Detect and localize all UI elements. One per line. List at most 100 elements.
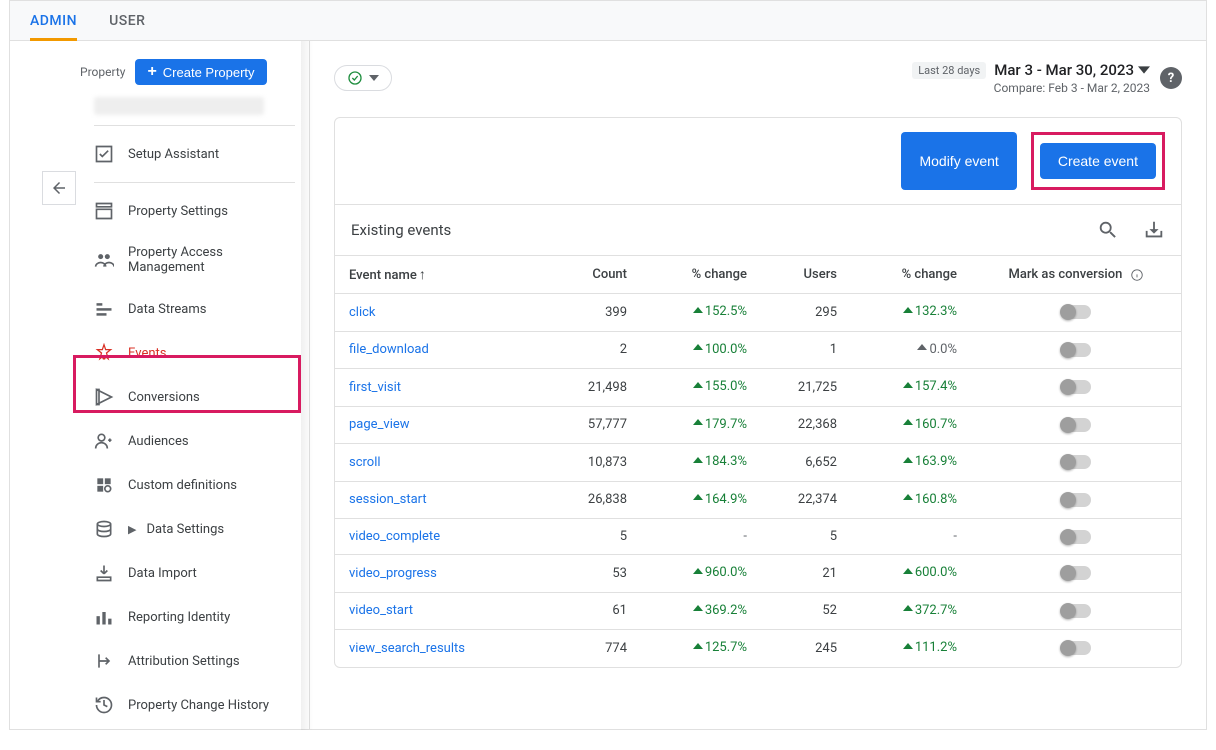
tab-admin[interactable]: ADMIN bbox=[30, 1, 77, 41]
cell-change-users: - bbox=[851, 519, 971, 555]
cell-users: 245 bbox=[761, 630, 851, 667]
mark-conversion-toggle[interactable] bbox=[1061, 305, 1091, 319]
help-icon[interactable]: ? bbox=[1160, 67, 1182, 89]
cell-change-count: 100.0% bbox=[641, 331, 761, 369]
sidebar-item-events[interactable]: Events bbox=[80, 331, 309, 375]
sidebar-item-label: Reporting Identity bbox=[128, 610, 230, 625]
event-name-link[interactable]: video_complete bbox=[335, 519, 551, 555]
cell-count: 61 bbox=[551, 592, 641, 630]
mark-conversion-toggle[interactable] bbox=[1061, 380, 1091, 394]
property-selector-blurred[interactable] bbox=[94, 97, 264, 115]
sidebar-item-audiences[interactable]: Audiences bbox=[80, 419, 309, 463]
cell-change-count: 164.9% bbox=[641, 481, 761, 519]
cell-change-count: 152.5% bbox=[641, 294, 761, 332]
back-button[interactable] bbox=[42, 171, 76, 205]
event-name-link[interactable]: video_start bbox=[335, 592, 551, 630]
attribution-settings-icon bbox=[94, 651, 114, 671]
sidebar-item-label: Setup Assistant bbox=[128, 147, 219, 162]
sidebar-item-property-access[interactable]: Property Access Management bbox=[80, 233, 309, 287]
sidebar-item-property-settings[interactable]: Property Settings bbox=[80, 189, 309, 233]
sidebar-item-label: Property Settings bbox=[128, 204, 228, 219]
cell-count: 21,498 bbox=[551, 369, 641, 407]
mark-conversion-toggle[interactable] bbox=[1061, 455, 1091, 469]
sidebar-item-label: Custom definitions bbox=[128, 478, 237, 493]
sidebar-item-conversions[interactable]: Conversions bbox=[80, 375, 309, 419]
cell-change-users: 160.7% bbox=[851, 406, 971, 444]
tab-user[interactable]: USER bbox=[109, 1, 145, 41]
cell-change-users: 163.9% bbox=[851, 444, 971, 482]
col-users[interactable]: Users bbox=[761, 256, 851, 294]
audiences-icon bbox=[94, 431, 114, 451]
cell-change-users: 600.0% bbox=[851, 555, 971, 593]
property-settings-icon bbox=[94, 201, 114, 221]
sidebar-item-label: Events bbox=[128, 346, 166, 361]
event-name-link[interactable]: file_download bbox=[335, 331, 551, 369]
col-mark-conversion: Mark as conversion bbox=[971, 256, 1181, 294]
search-icon[interactable] bbox=[1097, 219, 1119, 241]
cell-change-count: 184.3% bbox=[641, 444, 761, 482]
arrow-up-icon bbox=[903, 568, 913, 578]
mark-conversion-toggle[interactable] bbox=[1061, 566, 1091, 580]
property-change-history-icon bbox=[94, 695, 114, 715]
cell-change-users: 132.3% bbox=[851, 294, 971, 332]
cell-change-users: 372.7% bbox=[851, 592, 971, 630]
create-property-button[interactable]: + Create Property bbox=[135, 59, 266, 85]
cell-count: 5 bbox=[551, 519, 641, 555]
cell-users: 21 bbox=[761, 555, 851, 593]
arrow-left-icon bbox=[50, 179, 68, 197]
cell-change-count: - bbox=[641, 519, 761, 555]
cell-change-count: 960.0% bbox=[641, 555, 761, 593]
event-name-link[interactable]: scroll bbox=[335, 444, 551, 482]
event-name-link[interactable]: view_search_results bbox=[335, 630, 551, 667]
create-event-button[interactable]: Create event bbox=[1040, 143, 1156, 179]
sidebar-item-label: Data Streams bbox=[128, 302, 206, 317]
table-row: scroll10,873 184.3%6,652 163.9% bbox=[335, 444, 1181, 482]
event-name-link[interactable]: page_view bbox=[335, 406, 551, 444]
event-name-link[interactable]: session_start bbox=[335, 481, 551, 519]
event-name-link[interactable]: click bbox=[335, 294, 551, 332]
cell-change-count: 125.7% bbox=[641, 630, 761, 667]
event-name-link[interactable]: video_progress bbox=[335, 555, 551, 593]
arrow-up-icon bbox=[903, 643, 913, 653]
date-range-picker[interactable]: Mar 3 - Mar 30, 2023 bbox=[994, 61, 1150, 79]
table-row: video_complete5-5- bbox=[335, 519, 1181, 555]
col-event-name[interactable]: Event name↑ bbox=[335, 256, 551, 294]
sidebar-item-property-change-history[interactable]: Property Change History bbox=[80, 683, 309, 727]
cell-users: 295 bbox=[761, 294, 851, 332]
col-change-count[interactable]: % change bbox=[641, 256, 761, 294]
sidebar-item-setup-assistant[interactable]: Setup Assistant bbox=[80, 132, 309, 176]
table-row: file_download2 100.0%1 0.0% bbox=[335, 331, 1181, 369]
table-row: page_view57,777 179.7%22,368 160.7% bbox=[335, 406, 1181, 444]
arrow-up-icon bbox=[903, 457, 913, 467]
table-row: session_start26,838 164.9%22,374 160.8% bbox=[335, 481, 1181, 519]
sidebar-item-reporting-identity[interactable]: Reporting Identity bbox=[80, 595, 309, 639]
events-table: Event name↑ Count % change Users % chang… bbox=[335, 255, 1181, 667]
sidebar-item-data-import[interactable]: Data Import bbox=[80, 551, 309, 595]
info-icon[interactable] bbox=[1130, 268, 1144, 282]
mark-conversion-toggle[interactable] bbox=[1061, 343, 1091, 357]
mark-conversion-toggle[interactable] bbox=[1061, 641, 1091, 655]
table-row: click399 152.5%295 132.3% bbox=[335, 294, 1181, 332]
sidebar: Property + Create Property Setup Assista… bbox=[10, 41, 310, 729]
sidebar-item-label: Property Change History bbox=[128, 698, 269, 713]
caret-down-icon bbox=[1138, 64, 1150, 76]
download-icon[interactable] bbox=[1143, 219, 1165, 241]
mark-conversion-toggle[interactable] bbox=[1061, 530, 1091, 544]
col-count[interactable]: Count bbox=[551, 256, 641, 294]
sidebar-item-data-settings[interactable]: ▶Data Settings bbox=[80, 507, 309, 551]
check-circle-icon bbox=[347, 70, 363, 86]
sidebar-item-data-streams[interactable]: Data Streams bbox=[80, 287, 309, 331]
col-change-users[interactable]: % change bbox=[851, 256, 971, 294]
sidebar-item-label: Attribution Settings bbox=[128, 654, 240, 669]
status-filter-pill[interactable] bbox=[334, 65, 392, 91]
mark-conversion-toggle[interactable] bbox=[1061, 604, 1091, 618]
sidebar-item-attribution-settings[interactable]: Attribution Settings bbox=[80, 639, 309, 683]
mark-conversion-toggle[interactable] bbox=[1061, 418, 1091, 432]
arrow-up-icon bbox=[903, 605, 913, 615]
cell-change-users: 0.0% bbox=[851, 331, 971, 369]
modify-event-button[interactable]: Modify event bbox=[901, 132, 1016, 190]
mark-conversion-toggle[interactable] bbox=[1061, 493, 1091, 507]
property-label: Property bbox=[80, 65, 125, 79]
sidebar-item-custom-definitions[interactable]: Custom definitions bbox=[80, 463, 309, 507]
event-name-link[interactable]: first_visit bbox=[335, 369, 551, 407]
